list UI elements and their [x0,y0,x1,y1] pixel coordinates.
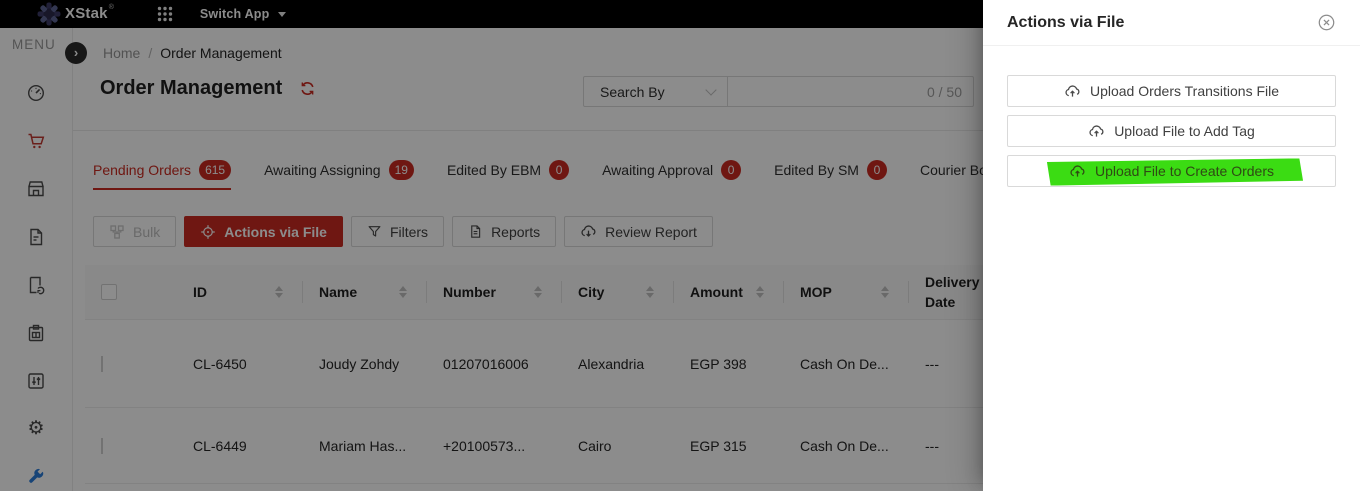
upload-orders-transitions-file-button[interactable]: Upload Orders Transitions File [1007,75,1336,107]
drawer-title: Actions via File [1007,14,1124,32]
upload-file-to-add-tag-button[interactable]: Upload File to Add Tag [1007,115,1336,147]
cloud-upload-icon [1064,83,1081,100]
cloud-upload-icon [1069,163,1086,180]
upload-file-to-add-tag-label: Upload File to Add Tag [1114,123,1255,139]
upload-orders-transitions-file-label: Upload Orders Transitions File [1090,83,1279,99]
actions-via-file-drawer: Actions via File Upload Orders Transitio… [983,0,1360,491]
app-window: XStak ® Switch App MENU [0,0,1360,491]
close-icon[interactable] [1317,13,1336,32]
upload-file-to-create-orders-button[interactable]: Upload File to Create Orders [1007,155,1336,187]
upload-file-to-create-orders-label: Upload File to Create Orders [1095,163,1274,179]
cloud-upload-icon [1088,123,1105,140]
